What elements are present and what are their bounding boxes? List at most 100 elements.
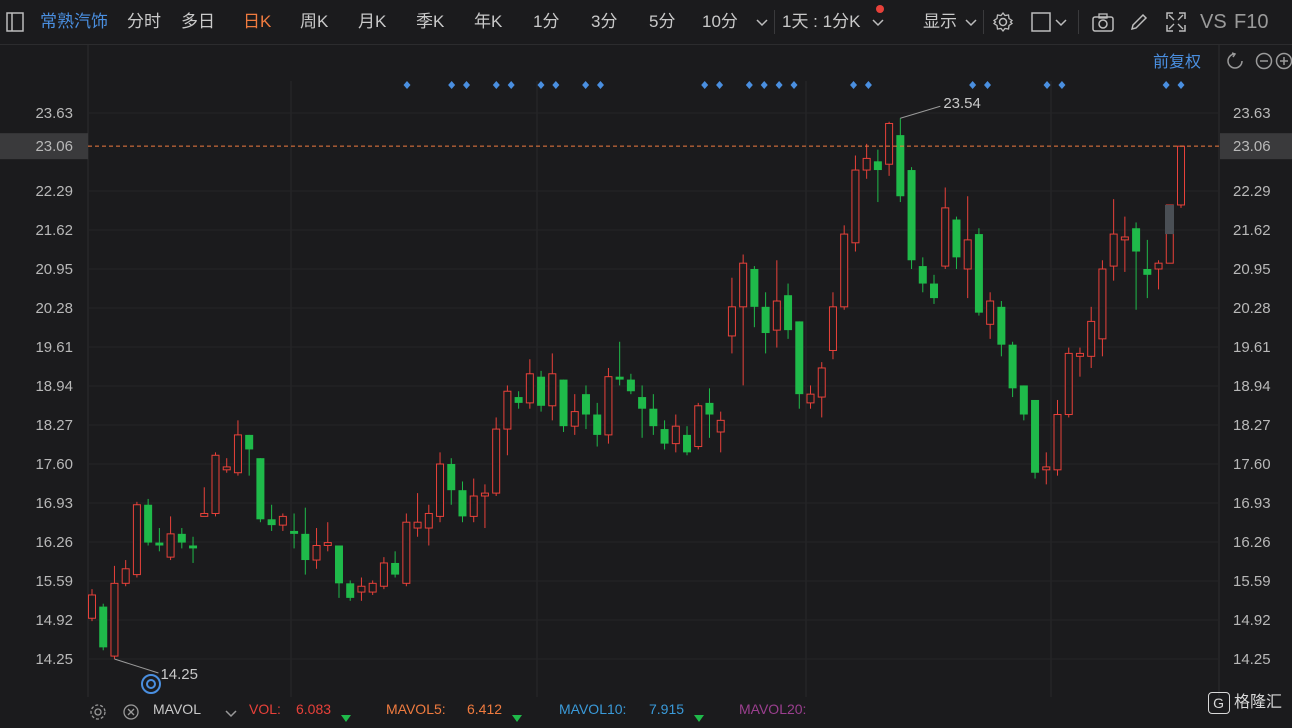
candle-body — [997, 306, 1006, 345]
candle-body — [301, 533, 310, 561]
price-tick-right: 20.95 — [1233, 261, 1271, 278]
fullscreen-icon[interactable] — [1165, 11, 1187, 33]
candle[interactable] — [1177, 145, 1185, 208]
tab-jik[interactable]: 季K — [416, 0, 444, 44]
tab-5min[interactable]: 5分 — [649, 0, 675, 44]
candle-body — [233, 434, 242, 474]
gear-icon[interactable] — [89, 703, 107, 722]
chevron-down-icon[interactable] — [755, 16, 769, 28]
candle-body — [795, 321, 804, 395]
candle[interactable] — [402, 513, 411, 587]
color-square-icon[interactable] — [1030, 11, 1052, 33]
tab-niank[interactable]: 年K — [474, 0, 502, 44]
tab-duori[interactable]: 多日 — [181, 0, 215, 44]
candle-body — [525, 373, 534, 404]
display-menu[interactable]: 显示 — [923, 0, 957, 44]
candle-body — [660, 429, 669, 444]
price-tick-left: 14.25 — [35, 651, 73, 668]
candle-body — [503, 390, 512, 430]
sidebar-toggle-icon[interactable] — [6, 12, 24, 32]
tab-rik[interactable]: 日K — [243, 0, 271, 44]
candle[interactable] — [492, 417, 501, 497]
candle[interactable] — [851, 155, 860, 252]
candle-body — [1120, 236, 1129, 241]
gear-icon[interactable] — [992, 11, 1014, 33]
candle-body — [548, 373, 557, 407]
price-tick-right: 18.27 — [1233, 417, 1271, 434]
candle[interactable] — [974, 228, 983, 316]
candle-body — [323, 542, 332, 546]
tab-fenshi[interactable]: 分时 — [127, 0, 161, 44]
f10-button[interactable]: F10 — [1234, 0, 1268, 44]
tab-10min[interactable]: 10分 — [702, 0, 738, 44]
candle-body — [705, 402, 714, 415]
tab-zhouk[interactable]: 周K — [300, 0, 328, 44]
candle[interactable] — [1031, 399, 1040, 479]
price-tick-right: 23.06 — [1233, 138, 1271, 155]
tab-3min[interactable]: 3分 — [591, 0, 617, 44]
fq-button[interactable]: 前复权 — [1153, 53, 1201, 71]
candle[interactable] — [604, 367, 613, 444]
candle-body — [492, 428, 501, 494]
stock-name[interactable]: 常熟汽饰 — [40, 0, 108, 44]
camera-icon[interactable] — [1091, 11, 1114, 33]
candle-body — [1064, 352, 1073, 416]
candle-body — [312, 544, 321, 561]
candle-body — [570, 411, 579, 427]
candle-body — [1053, 414, 1062, 471]
candle-body — [132, 504, 141, 576]
pencil-icon[interactable] — [1128, 11, 1150, 33]
kline-chart[interactable]: 23.63 23.06 22.29 21.62 20.95 20.28 19.61 18.94… — [0, 45, 1292, 719]
tab-yuek[interactable]: 月K — [358, 0, 386, 44]
price-tick-left: 18.27 — [35, 417, 73, 434]
candle-body — [447, 464, 456, 491]
close-icon[interactable] — [122, 703, 140, 722]
candle-body — [110, 582, 119, 657]
mavol10-label: MAVOL10: — [559, 701, 627, 717]
candle[interactable] — [99, 603, 108, 651]
candle-body — [436, 463, 445, 517]
chevron-down-icon[interactable] — [964, 16, 978, 28]
chevron-down-icon[interactable] — [1054, 16, 1068, 28]
candle[interactable] — [132, 501, 141, 578]
price-tick-left: 16.93 — [35, 495, 73, 512]
price-tick-right: 17.60 — [1233, 456, 1271, 473]
candle[interactable] — [907, 167, 916, 269]
price-tick-right: 22.29 — [1233, 183, 1271, 200]
candle-body — [974, 234, 983, 313]
multi-period-selector[interactable]: 1天 : 1分K — [782, 0, 860, 44]
chevron-down-icon[interactable] — [871, 16, 885, 28]
candle[interactable] — [144, 498, 153, 546]
low-label: 14.25 — [160, 666, 198, 683]
indicator-name[interactable]: MAVOL — [153, 700, 201, 719]
candle[interactable] — [537, 370, 546, 412]
candle-body — [559, 379, 568, 427]
candle[interactable] — [559, 379, 568, 432]
price-tick-right: 16.26 — [1233, 534, 1271, 551]
candle-body — [413, 521, 422, 529]
price-tick-left: 15.59 — [35, 573, 73, 590]
candle[interactable] — [256, 458, 265, 523]
chevron-down-icon[interactable] — [224, 706, 238, 725]
candle-body — [290, 530, 299, 534]
candle-body — [189, 545, 198, 549]
candle-body — [638, 397, 647, 409]
logo-text: 格隆汇 — [1233, 694, 1282, 711]
price-tick-right: 16.93 — [1233, 495, 1271, 512]
price-tick-left: 18.94 — [35, 378, 73, 395]
candle[interactable] — [346, 580, 355, 601]
mavol5-label: MAVOL5: — [386, 701, 446, 717]
candle-body — [278, 515, 287, 526]
candle-body — [750, 269, 759, 307]
candle-body — [245, 434, 254, 450]
candle-body — [615, 376, 624, 380]
tab-1min[interactable]: 1分 — [533, 0, 559, 44]
candle-body — [1154, 262, 1163, 270]
candle[interactable] — [211, 452, 220, 517]
vs-button[interactable]: VS — [1200, 0, 1227, 44]
candle[interactable] — [694, 402, 703, 450]
candle-body — [1109, 233, 1118, 267]
candle-body — [896, 135, 905, 197]
candle[interactable] — [840, 225, 849, 310]
candle[interactable] — [1064, 347, 1073, 418]
